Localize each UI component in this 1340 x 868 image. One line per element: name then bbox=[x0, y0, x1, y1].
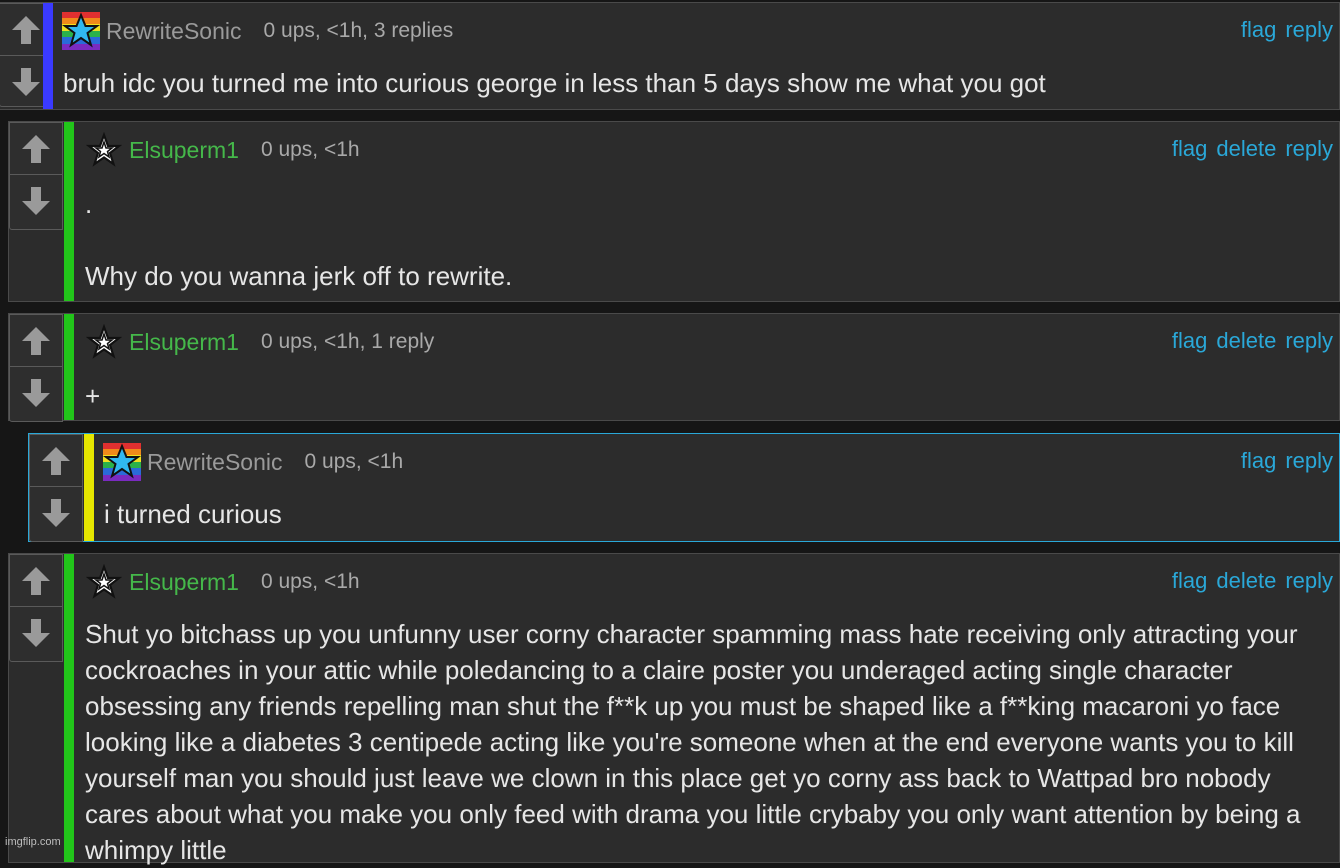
comment-header: RewriteSonic 0 ups, <1h bbox=[103, 442, 403, 482]
username[interactable]: Elsuperm1 bbox=[129, 569, 239, 596]
downvote-button[interactable] bbox=[10, 175, 62, 227]
downvote-button[interactable] bbox=[10, 607, 62, 659]
comment-header: Elsuperm1 0 ups, <1h bbox=[85, 562, 360, 602]
comment-meta: 0 ups, <1h bbox=[304, 450, 404, 473]
comment-body: Shut yo bitchass up you unfunny user cor… bbox=[85, 619, 1308, 865]
arrow-down-icon bbox=[22, 619, 50, 647]
comment-body: + bbox=[85, 381, 101, 411]
flag-link[interactable]: flag bbox=[1241, 17, 1276, 43]
comment: RewriteSonic 0 ups, <1h, 3 replies flag … bbox=[0, 2, 1340, 110]
arrow-down-icon bbox=[42, 499, 70, 527]
thread-bar bbox=[64, 554, 74, 862]
delete-link[interactable]: delete bbox=[1216, 136, 1276, 162]
username[interactable]: RewriteSonic bbox=[147, 449, 283, 476]
flag-link[interactable]: flag bbox=[1241, 448, 1276, 474]
arrow-down-icon bbox=[12, 68, 40, 96]
reply-link[interactable]: reply bbox=[1285, 136, 1333, 162]
arrow-down-icon bbox=[22, 187, 50, 215]
comment-body: . Why do you wanna jerk off to rewrite. bbox=[85, 189, 513, 291]
star-outline-avatar[interactable] bbox=[85, 323, 123, 361]
vote-box bbox=[9, 314, 63, 422]
rainbow-star-avatar[interactable] bbox=[103, 443, 141, 481]
comment-header: Elsuperm1 0 ups, <1h, 1 reply bbox=[85, 322, 434, 362]
vote-box bbox=[9, 122, 63, 230]
upvote-button[interactable] bbox=[10, 315, 62, 367]
upvote-button[interactable] bbox=[30, 435, 82, 487]
vote-box bbox=[29, 434, 83, 542]
arrow-down-icon bbox=[22, 379, 50, 407]
comment: RewriteSonic 0 ups, <1h flag reply i tur… bbox=[28, 433, 1340, 542]
downvote-button[interactable] bbox=[30, 487, 82, 539]
comment-header: Elsuperm1 0 ups, <1h bbox=[85, 130, 360, 170]
comment-meta: 0 ups, <1h, 3 replies bbox=[263, 19, 454, 42]
rainbow-star-avatar[interactable] bbox=[62, 12, 100, 50]
star-outline-avatar[interactable] bbox=[85, 131, 123, 169]
username[interactable]: RewriteSonic bbox=[106, 18, 242, 45]
watermark: imgflip.com bbox=[5, 836, 61, 848]
flag-link[interactable]: flag bbox=[1172, 136, 1207, 162]
star-outline-avatar[interactable] bbox=[85, 563, 123, 601]
comment-meta: 0 ups, <1h, 1 reply bbox=[260, 330, 435, 353]
thread-bar bbox=[43, 3, 53, 109]
comment-header: RewriteSonic 0 ups, <1h, 3 replies bbox=[62, 11, 453, 51]
comment-meta: 0 ups, <1h bbox=[260, 138, 360, 161]
comment-actions: flag delete reply bbox=[1172, 568, 1333, 594]
arrow-up-icon bbox=[22, 134, 50, 163]
comment-actions: flag reply bbox=[1241, 448, 1333, 474]
thread-bar bbox=[84, 434, 94, 541]
reply-link[interactable]: reply bbox=[1285, 328, 1333, 354]
flag-link[interactable]: flag bbox=[1172, 568, 1207, 594]
comment-actions: flag reply bbox=[1241, 17, 1333, 43]
comment-body: i turned curious bbox=[104, 499, 282, 529]
arrow-up-icon bbox=[22, 566, 50, 595]
username[interactable]: Elsuperm1 bbox=[129, 329, 239, 356]
arrow-up-icon bbox=[12, 15, 40, 44]
arrow-up-icon bbox=[42, 446, 70, 475]
comment-body: bruh idc you turned me into curious geor… bbox=[63, 68, 1046, 98]
vote-box bbox=[9, 554, 63, 662]
arrow-up-icon bbox=[22, 326, 50, 355]
flag-link[interactable]: flag bbox=[1172, 328, 1207, 354]
username[interactable]: Elsuperm1 bbox=[129, 137, 239, 164]
delete-link[interactable]: delete bbox=[1216, 328, 1276, 354]
upvote-button[interactable] bbox=[10, 123, 62, 175]
thread-bar bbox=[64, 122, 74, 301]
delete-link[interactable]: delete bbox=[1216, 568, 1276, 594]
comment-actions: flag delete reply bbox=[1172, 328, 1333, 354]
downvote-button[interactable] bbox=[10, 367, 62, 419]
upvote-button[interactable] bbox=[10, 555, 62, 607]
comment: Elsuperm1 0 ups, <1h flag delete reply S… bbox=[8, 553, 1340, 865]
comment: Elsuperm1 0 ups, <1h, 1 reply flag delet… bbox=[8, 313, 1340, 422]
comment-actions: flag delete reply bbox=[1172, 136, 1333, 162]
thread-bar bbox=[64, 314, 74, 420]
reply-link[interactable]: reply bbox=[1285, 568, 1333, 594]
comment: Elsuperm1 0 ups, <1h flag delete reply .… bbox=[8, 121, 1340, 302]
reply-link[interactable]: reply bbox=[1285, 17, 1333, 43]
comment-meta: 0 ups, <1h bbox=[260, 570, 360, 593]
reply-link[interactable]: reply bbox=[1285, 448, 1333, 474]
